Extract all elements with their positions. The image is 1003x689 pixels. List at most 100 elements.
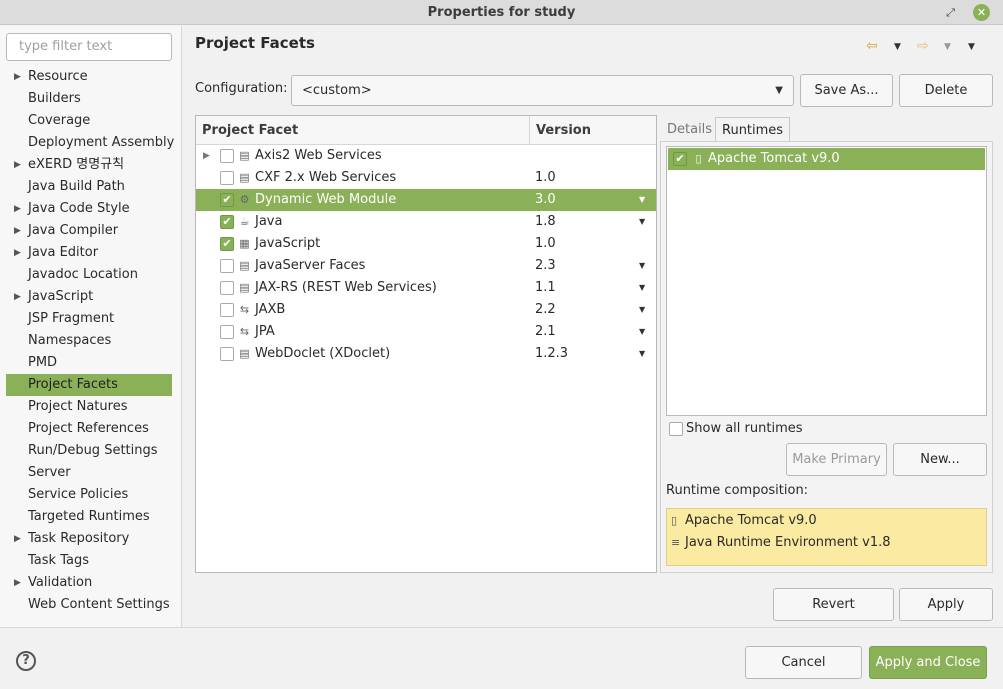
expand-arrow-icon[interactable]: ▶ — [14, 66, 21, 88]
new-runtime-button[interactable]: New... — [893, 443, 987, 476]
sidebar-item[interactable]: ▶ Java Code Style — [6, 198, 172, 220]
sidebar-item[interactable]: ▶ eXERD 명명규칙 — [6, 154, 172, 176]
delete-button[interactable]: Delete — [899, 74, 993, 107]
facet-row[interactable]: ▤ JavaServer Faces 2.3 ▼ — [196, 255, 656, 277]
sidebar-item[interactable]: Web Content Settings — [6, 594, 172, 616]
server-icon: ▯ — [671, 514, 678, 527]
expand-arrow-icon[interactable]: ▶ — [14, 286, 21, 308]
facet-checkbox[interactable] — [220, 259, 234, 273]
facet-checkbox[interactable]: ✔ — [220, 215, 234, 229]
configuration-select[interactable]: <custom> ▼ — [291, 75, 794, 106]
facet-name: JPA — [255, 324, 275, 339]
facet-name: JAX-RS (REST Web Services) — [255, 280, 437, 295]
facet-row[interactable]: ⇆ JPA 2.1 ▼ — [196, 321, 656, 343]
sidebar-item-label: Javadoc Location — [28, 267, 138, 282]
java-icon: ☕ — [239, 215, 250, 228]
sidebar-item[interactable]: Project Facets — [6, 374, 172, 396]
runtime-name: Apache Tomcat v9.0 — [708, 151, 840, 166]
tab-runtimes[interactable]: Runtimes — [715, 117, 791, 143]
facet-checkbox[interactable]: ✔ — [220, 193, 234, 207]
sidebar-item[interactable]: Namespaces — [6, 330, 172, 352]
column-header-version[interactable]: Version — [530, 116, 656, 145]
facet-checkbox[interactable] — [220, 171, 234, 185]
close-icon[interactable]: ✕ — [973, 4, 990, 21]
sidebar-item-label: JSP Fragment — [28, 311, 115, 326]
facet-name: WebDoclet (XDoclet) — [255, 346, 391, 361]
facet-row[interactable]: ✔ ⚙ Dynamic Web Module 3.0 ▼ — [196, 189, 656, 211]
sidebar-item-label: Web Content Settings — [28, 597, 170, 612]
version-dropdown-icon[interactable]: ▼ — [639, 255, 645, 277]
sidebar-item[interactable]: Service Policies — [6, 484, 172, 506]
sidebar-item[interactable]: Java Build Path — [6, 176, 172, 198]
facet-row[interactable]: ✔ ▦ JavaScript 1.0 — [196, 233, 656, 255]
facet-checkbox[interactable] — [220, 325, 234, 339]
sidebar-item[interactable]: Task Tags — [6, 550, 172, 572]
show-all-runtimes-label[interactable]: Show all runtimes — [686, 421, 803, 436]
sidebar-item[interactable]: ▶ JavaScript — [6, 286, 172, 308]
expand-arrow-icon[interactable]: ▶ — [14, 220, 21, 242]
sidebar-item[interactable]: Run/Debug Settings — [6, 440, 172, 462]
facet-checkbox[interactable] — [220, 149, 234, 163]
forward-menu-chevron-icon[interactable]: ▼ — [944, 42, 951, 52]
sidebar-item[interactable]: Server — [6, 462, 172, 484]
expand-arrow-icon[interactable]: ▶ — [203, 145, 210, 167]
facet-row[interactable]: ⇆ JAXB 2.2 ▼ — [196, 299, 656, 321]
sidebar-item[interactable]: Builders — [6, 88, 172, 110]
view-menu-icon[interactable]: ▼ — [968, 42, 975, 52]
apply-button[interactable]: Apply — [899, 588, 993, 621]
cancel-button[interactable]: Cancel — [745, 646, 862, 679]
sidebar-item[interactable]: Javadoc Location — [6, 264, 172, 286]
sidebar-item[interactable]: ▶ Validation — [6, 572, 172, 594]
facet-row[interactable]: ▶ ▤ Axis2 Web Services — [196, 145, 656, 167]
sidebar-item[interactable]: Targeted Runtimes — [6, 506, 172, 528]
sidebar-item[interactable]: ▶ Java Compiler — [6, 220, 172, 242]
back-arrow-icon[interactable]: ⇦ — [866, 38, 878, 54]
runtime-row[interactable]: ✔ ▯ Apache Tomcat v9.0 — [668, 148, 985, 170]
expand-arrow-icon[interactable]: ▶ — [14, 528, 21, 550]
facet-row[interactable]: ▤ WebDoclet (XDoclet) 1.2.3 ▼ — [196, 343, 656, 365]
sidebar-item[interactable]: Project Natures — [6, 396, 172, 418]
back-menu-chevron-icon[interactable]: ▼ — [894, 42, 901, 52]
make-primary-button[interactable]: Make Primary — [786, 443, 887, 476]
facet-checkbox[interactable] — [220, 281, 234, 295]
facet-row[interactable]: ▤ JAX-RS (REST Web Services) 1.1 ▼ — [196, 277, 656, 299]
column-header-facet[interactable]: Project Facet — [196, 116, 530, 145]
expand-arrow-icon[interactable]: ▶ — [14, 572, 21, 594]
facet-checkbox[interactable] — [220, 347, 234, 361]
help-icon[interactable]: ? — [16, 651, 36, 671]
sidebar-item[interactable]: ▶ Task Repository — [6, 528, 172, 550]
version-dropdown-icon[interactable]: ▼ — [639, 211, 645, 233]
facet-checkbox[interactable]: ✔ — [220, 237, 234, 251]
sidebar-item[interactable]: Project References — [6, 418, 172, 440]
sidebar-item[interactable]: JSP Fragment — [6, 308, 172, 330]
sidebar-item[interactable]: ▶ Java Editor — [6, 242, 172, 264]
document-icon: ▤ — [239, 149, 250, 162]
sidebar-item-label: Java Code Style — [28, 201, 130, 216]
version-dropdown-icon[interactable]: ▼ — [639, 299, 645, 321]
show-all-runtimes-checkbox[interactable] — [669, 422, 683, 436]
save-as-button[interactable]: Save As... — [800, 74, 893, 107]
expand-arrow-icon[interactable]: ▶ — [14, 154, 21, 176]
sidebar-item-label: Project Facets — [28, 377, 118, 392]
facet-row[interactable]: ▤ CXF 2.x Web Services 1.0 — [196, 167, 656, 189]
sidebar-item[interactable]: Coverage — [6, 110, 172, 132]
apply-and-close-button[interactable]: Apply and Close — [869, 646, 987, 679]
facet-checkbox[interactable] — [220, 303, 234, 317]
runtime-checkbox[interactable]: ✔ — [673, 152, 687, 166]
version-dropdown-icon[interactable]: ▼ — [639, 189, 645, 211]
filter-input[interactable]: type filter text — [6, 33, 172, 61]
sidebar-item[interactable]: ▶ Resource — [6, 66, 172, 88]
revert-button[interactable]: Revert — [773, 588, 894, 621]
version-dropdown-icon[interactable]: ▼ — [639, 277, 645, 299]
tab-details[interactable]: Details — [661, 117, 718, 142]
version-dropdown-icon[interactable]: ▼ — [639, 321, 645, 343]
sidebar-item[interactable]: Deployment Assembly — [6, 132, 174, 154]
version-dropdown-icon[interactable]: ▼ — [639, 343, 645, 365]
expand-arrow-icon[interactable]: ▶ — [14, 242, 21, 264]
expand-arrow-icon[interactable]: ▶ — [14, 198, 21, 220]
restore-icon[interactable]: ⤢ — [942, 4, 959, 21]
facet-version: 2.2 — [535, 302, 556, 317]
sidebar-item[interactable]: PMD — [6, 352, 172, 374]
facet-row[interactable]: ✔ ☕ Java 1.8 ▼ — [196, 211, 656, 233]
forward-arrow-icon[interactable]: ⇨ — [917, 38, 929, 54]
